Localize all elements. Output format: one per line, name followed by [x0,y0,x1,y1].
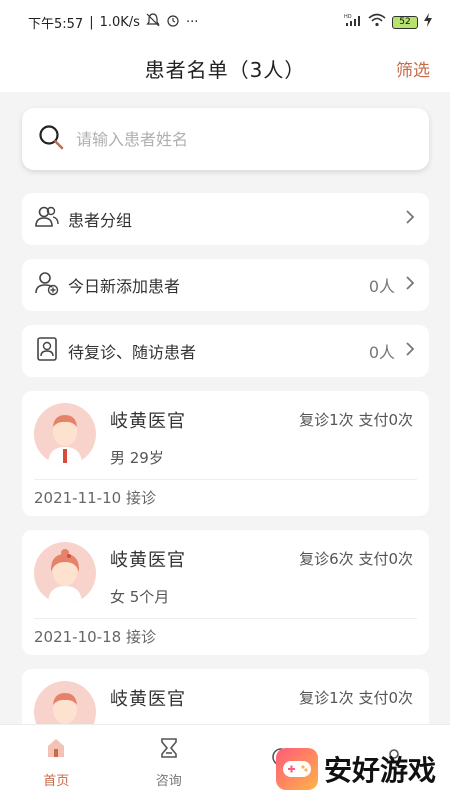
divider [34,479,417,480]
patient-name: 岐黄医官 [110,550,186,571]
status-more: ··· [185,14,199,30]
wifi-icon [368,13,386,31]
search-icon [38,124,64,154]
tab-consult-label: 咨询 [155,774,182,789]
consult-icon [157,736,181,764]
followup-card-icon [34,336,60,366]
status-right: HD 52 [344,13,432,31]
chevron-right-icon [405,341,415,361]
tab-consult[interactable]: 咨询 [113,725,226,800]
patient-gender-age: 女 5个月 [110,588,170,606]
patient-card[interactable]: 岐黄医官 复诊1次 支付0次 男 29岁 2021-11-10 接诊 [22,391,429,516]
nav-bar: 患者名单（3人） 筛选 [0,44,450,92]
tab-home-label: 首页 [43,774,70,789]
male-avatar-icon [34,403,96,465]
menu-label-patient-groups: 患者分组 [68,211,133,230]
patient-gender-age: 男 29岁 [110,449,164,467]
home-icon [44,736,68,764]
filter-button[interactable]: 筛选 [396,56,430,81]
status-separator: | [89,14,94,30]
chevron-right-icon [405,209,415,229]
patient-visit-stats: 复诊1次 支付0次 [299,689,413,707]
chevron-right-icon [405,275,415,295]
watermark: 安好游戏 [275,748,436,790]
search-input[interactable] [76,129,396,149]
menu-item-followup-patients[interactable]: 待复诊、随访患者 0人 [22,325,429,377]
patient-visit-stats: 复诊6次 支付0次 [299,550,413,568]
menu-count-new-patients-today: 0人 [368,277,395,296]
patient-name: 岐黄医官 [110,689,186,710]
menu-label-followup-patients: 待复诊、随访患者 [68,343,197,362]
network-type: HD [344,14,352,20]
menu-label-new-patients-today: 今日新添加患者 [68,277,181,296]
alarm-icon [166,13,180,31]
status-speed: 1.0K/s [99,14,140,30]
add-patient-icon [34,270,60,300]
patient-card[interactable]: 岐黄医官 复诊6次 支付0次 女 5个月 2021-10-18 接诊 [22,530,429,655]
menu-count-followup-patients: 0人 [368,343,395,362]
watermark-text: 安好游戏 [323,754,436,787]
patient-admission-date: 2021-10-18 接诊 [34,628,156,646]
signal-icon: HD [344,13,362,31]
female-avatar-icon [34,542,96,604]
status-time: 下午5:57 [28,16,84,32]
group-icon [34,204,60,234]
battery-icon: 52 [392,15,418,29]
patient-name: 岐黄医官 [110,411,186,432]
divider [34,618,417,619]
patient-admission-date: 2021-11-10 接诊 [34,489,156,507]
charging-icon [424,13,432,31]
status-left: 下午5:57 | 1.0K/s ··· [28,13,198,32]
menu-item-patient-groups[interactable]: 患者分组 [22,193,429,245]
mute-icon [146,13,160,31]
menu-item-new-patients-today[interactable]: 今日新添加患者 0人 [22,259,429,311]
status-bar: 下午5:57 | 1.0K/s ··· HD 52 [0,0,450,44]
page-title: 患者名单（3人） [144,57,306,82]
patient-visit-stats: 复诊1次 支付0次 [299,411,413,429]
tab-home[interactable]: 首页 [0,725,113,800]
search-bar[interactable] [22,108,429,170]
game-controller-icon [275,748,318,790]
